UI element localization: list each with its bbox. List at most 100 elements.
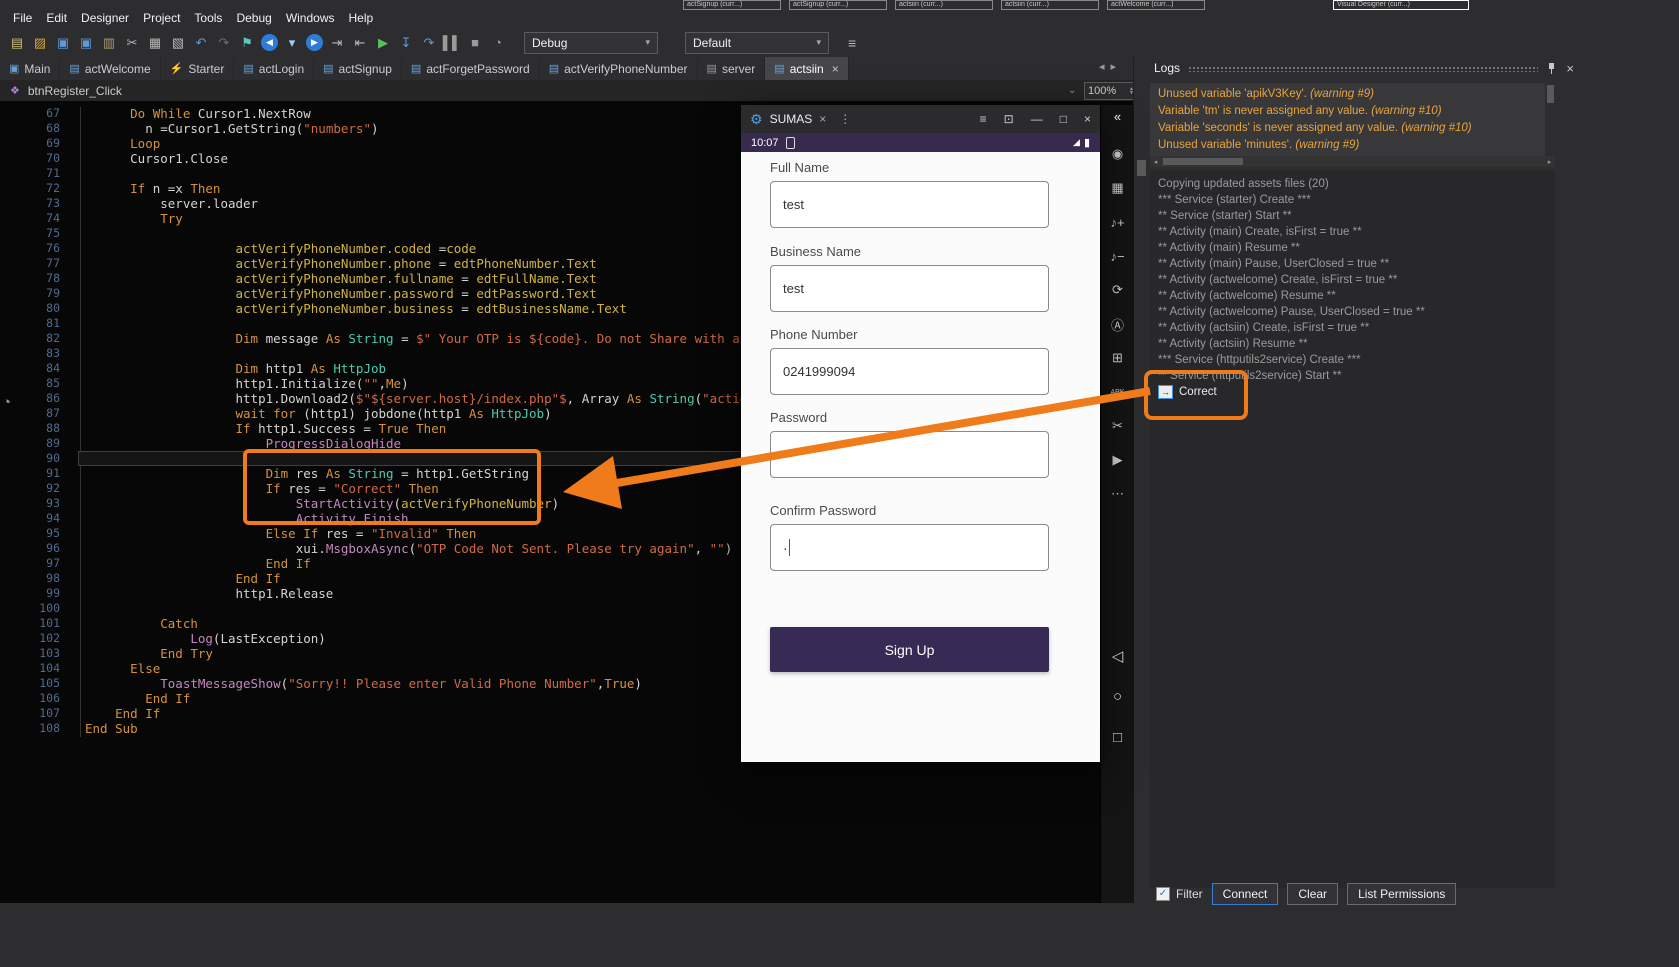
close-tab-icon[interactable]: ×	[819, 112, 826, 126]
tab-actLogin[interactable]: ▤actLogin	[234, 57, 314, 80]
timer-icon[interactable]: ◔	[489, 34, 507, 52]
designer-selector[interactable]: actWelcome (curr...)	[1107, 0, 1205, 10]
tab-actsiin[interactable]: ▤actsiin×	[765, 57, 848, 80]
scroll-left-icon[interactable]: ◂	[1150, 158, 1161, 166]
open-project-icon[interactable]: ▨	[31, 34, 49, 52]
filter-checkbox[interactable]: ✓	[1156, 887, 1170, 901]
sign-up-button[interactable]: Sign Up	[770, 627, 1049, 672]
android-back-icon[interactable]: ◁	[1101, 635, 1134, 676]
tab-Starter[interactable]: ⚡Starter	[161, 57, 235, 80]
pin-icon[interactable]	[1546, 62, 1556, 74]
screenshot-icon[interactable]: ✂	[1101, 409, 1134, 443]
tab-actVerifyPhoneNumber[interactable]: ▤actVerifyPhoneNumber	[540, 57, 698, 80]
navigate-drop-icon[interactable]: ▾	[283, 34, 301, 52]
password-input[interactable]: ·	[770, 431, 1049, 478]
scrollbar-thumb[interactable]	[1163, 158, 1243, 165]
redo-icon[interactable]: ↷	[215, 34, 233, 52]
designer-selector[interactable]: actSignup (curr...)	[789, 0, 887, 10]
tab-actForgetPassword[interactable]: ▤actForgetPassword	[402, 57, 540, 80]
chevron-down-icon[interactable]: ⌄	[1068, 85, 1076, 96]
close-icon[interactable]: ×	[1084, 112, 1091, 126]
designer-selector[interactable]: actSignup (curr...)	[683, 0, 781, 10]
export-icon[interactable]: ▥	[100, 34, 118, 52]
outdent-icon[interactable]: ⇤	[351, 34, 369, 52]
rotate-screen-icon[interactable]: ⟳	[1101, 273, 1134, 307]
tab-scroll-arrows[interactable]: ◂▸	[1099, 60, 1122, 73]
menu-edit[interactable]: Edit	[39, 9, 74, 27]
screen-record-icon[interactable]: ▶	[1101, 443, 1134, 477]
filter-profile-select[interactable]: Default ▾	[685, 32, 829, 54]
android-home-icon[interactable]: ○	[1101, 676, 1134, 717]
step-over-icon[interactable]: ↷	[420, 34, 438, 52]
designer-selector[interactable]: actsiin (curr...)	[895, 0, 993, 10]
usb-icon	[786, 137, 795, 149]
editor-vertical-scrollbar[interactable]	[1133, 57, 1149, 905]
popout-icon[interactable]: ⊡	[1004, 112, 1014, 126]
clear-button[interactable]: Clear	[1287, 883, 1338, 905]
menu-project[interactable]: Project	[136, 9, 187, 27]
tab-Main[interactable]: ▣Main	[0, 57, 60, 80]
text-input-icon[interactable]: Ⓐ	[1101, 307, 1134, 341]
volume-down-icon[interactable]: ♪−	[1101, 239, 1134, 273]
kebab-menu-icon[interactable]: ⋮	[839, 112, 851, 126]
menu-icon[interactable]: ≡	[980, 112, 987, 126]
new-module-icon[interactable]: ▤	[8, 34, 26, 52]
connect-button[interactable]: Connect	[1212, 883, 1279, 905]
save-all-icon[interactable]: ▣	[77, 34, 95, 52]
menu-windows[interactable]: Windows	[279, 9, 342, 27]
new-window-icon[interactable]: ⊞	[1101, 341, 1134, 375]
line-number: 100	[0, 601, 60, 616]
stop-icon[interactable]: ■	[466, 34, 484, 52]
close-icon[interactable]: ×	[1566, 61, 1574, 76]
paste-icon[interactable]: ▧	[169, 34, 187, 52]
android-recents-icon[interactable]: □	[1101, 717, 1134, 758]
save-icon[interactable]: ▣	[54, 34, 72, 52]
run-icon[interactable]: ▶	[374, 34, 392, 52]
collapse-panel-icon[interactable]: «	[1101, 109, 1134, 124]
warnings-vertical-scrollbar[interactable]	[1546, 83, 1555, 155]
scroll-right-icon[interactable]: ▸	[1544, 158, 1555, 166]
line-number: 79	[0, 286, 60, 301]
zoom-select[interactable]: 100% ▲▼	[1084, 82, 1138, 100]
list-permissions-button[interactable]: List Permissions	[1347, 883, 1456, 905]
copy-icon[interactable]: ▦	[146, 34, 164, 52]
menu-debug[interactable]: Debug	[229, 9, 278, 27]
designer-selector[interactable]: actsiin (curr...)	[1001, 0, 1099, 10]
tab-actWelcome[interactable]: ▤actWelcome	[60, 57, 160, 80]
bookmark-icon[interactable]: ⚑	[238, 34, 256, 52]
menu-tools[interactable]: Tools	[187, 9, 229, 27]
designer-selector[interactable]: Visual Designer (curr...)	[1333, 0, 1469, 10]
undo-icon[interactable]: ↶	[192, 34, 210, 52]
more-options-icon[interactable]: ⋯	[1101, 477, 1134, 511]
navigate-forward-icon[interactable]: ▶	[306, 34, 323, 51]
build-configuration-select[interactable]: Debug ▾	[524, 32, 658, 54]
warnings-horizontal-scrollbar[interactable]: ◂ ▸	[1150, 156, 1555, 167]
menu-designer[interactable]: Designer	[74, 9, 136, 27]
indent-icon[interactable]: ⇥	[328, 34, 346, 52]
maximize-icon[interactable]: □	[1060, 112, 1067, 126]
menu-file[interactable]: File	[6, 9, 39, 27]
minimize-icon[interactable]: —	[1031, 112, 1043, 126]
pause-icon[interactable]: ▌▌	[443, 34, 461, 52]
step-into-icon[interactable]: ↧	[397, 34, 415, 52]
phone-number-input[interactable]: 0241999094	[770, 348, 1049, 395]
scrollbar-thumb[interactable]	[1137, 160, 1146, 176]
profiles-list-icon[interactable]: ≡	[848, 35, 856, 51]
volume-up-icon[interactable]: ♪+	[1101, 205, 1134, 239]
install-apk-icon[interactable]: APK	[1101, 375, 1134, 409]
cut-icon[interactable]: ✂	[123, 34, 141, 52]
navigate-back-icon[interactable]: ◀	[261, 34, 278, 51]
menu-help[interactable]: Help	[342, 9, 381, 27]
business-name-input[interactable]: test	[770, 265, 1049, 312]
tab-actSignup[interactable]: ▤actSignup	[314, 57, 402, 80]
scrollbar-thumb[interactable]	[1547, 85, 1554, 103]
code-text: Try	[85, 211, 183, 226]
power-icon[interactable]: ◉	[1101, 137, 1134, 171]
full-name-input[interactable]: test	[770, 181, 1049, 228]
close-tab-icon[interactable]: ×	[832, 62, 839, 76]
tab-server[interactable]: ▤server	[698, 57, 766, 80]
emulator-titlebar[interactable]: ⚙ SUMAS × ⋮ ≡ ⊡ — □ ×	[741, 105, 1100, 133]
dialpad-icon[interactable]: ▦	[1101, 171, 1134, 205]
current-method-name[interactable]: btnRegister_Click	[28, 84, 122, 98]
confirm-password-input[interactable]: ·	[770, 524, 1049, 571]
